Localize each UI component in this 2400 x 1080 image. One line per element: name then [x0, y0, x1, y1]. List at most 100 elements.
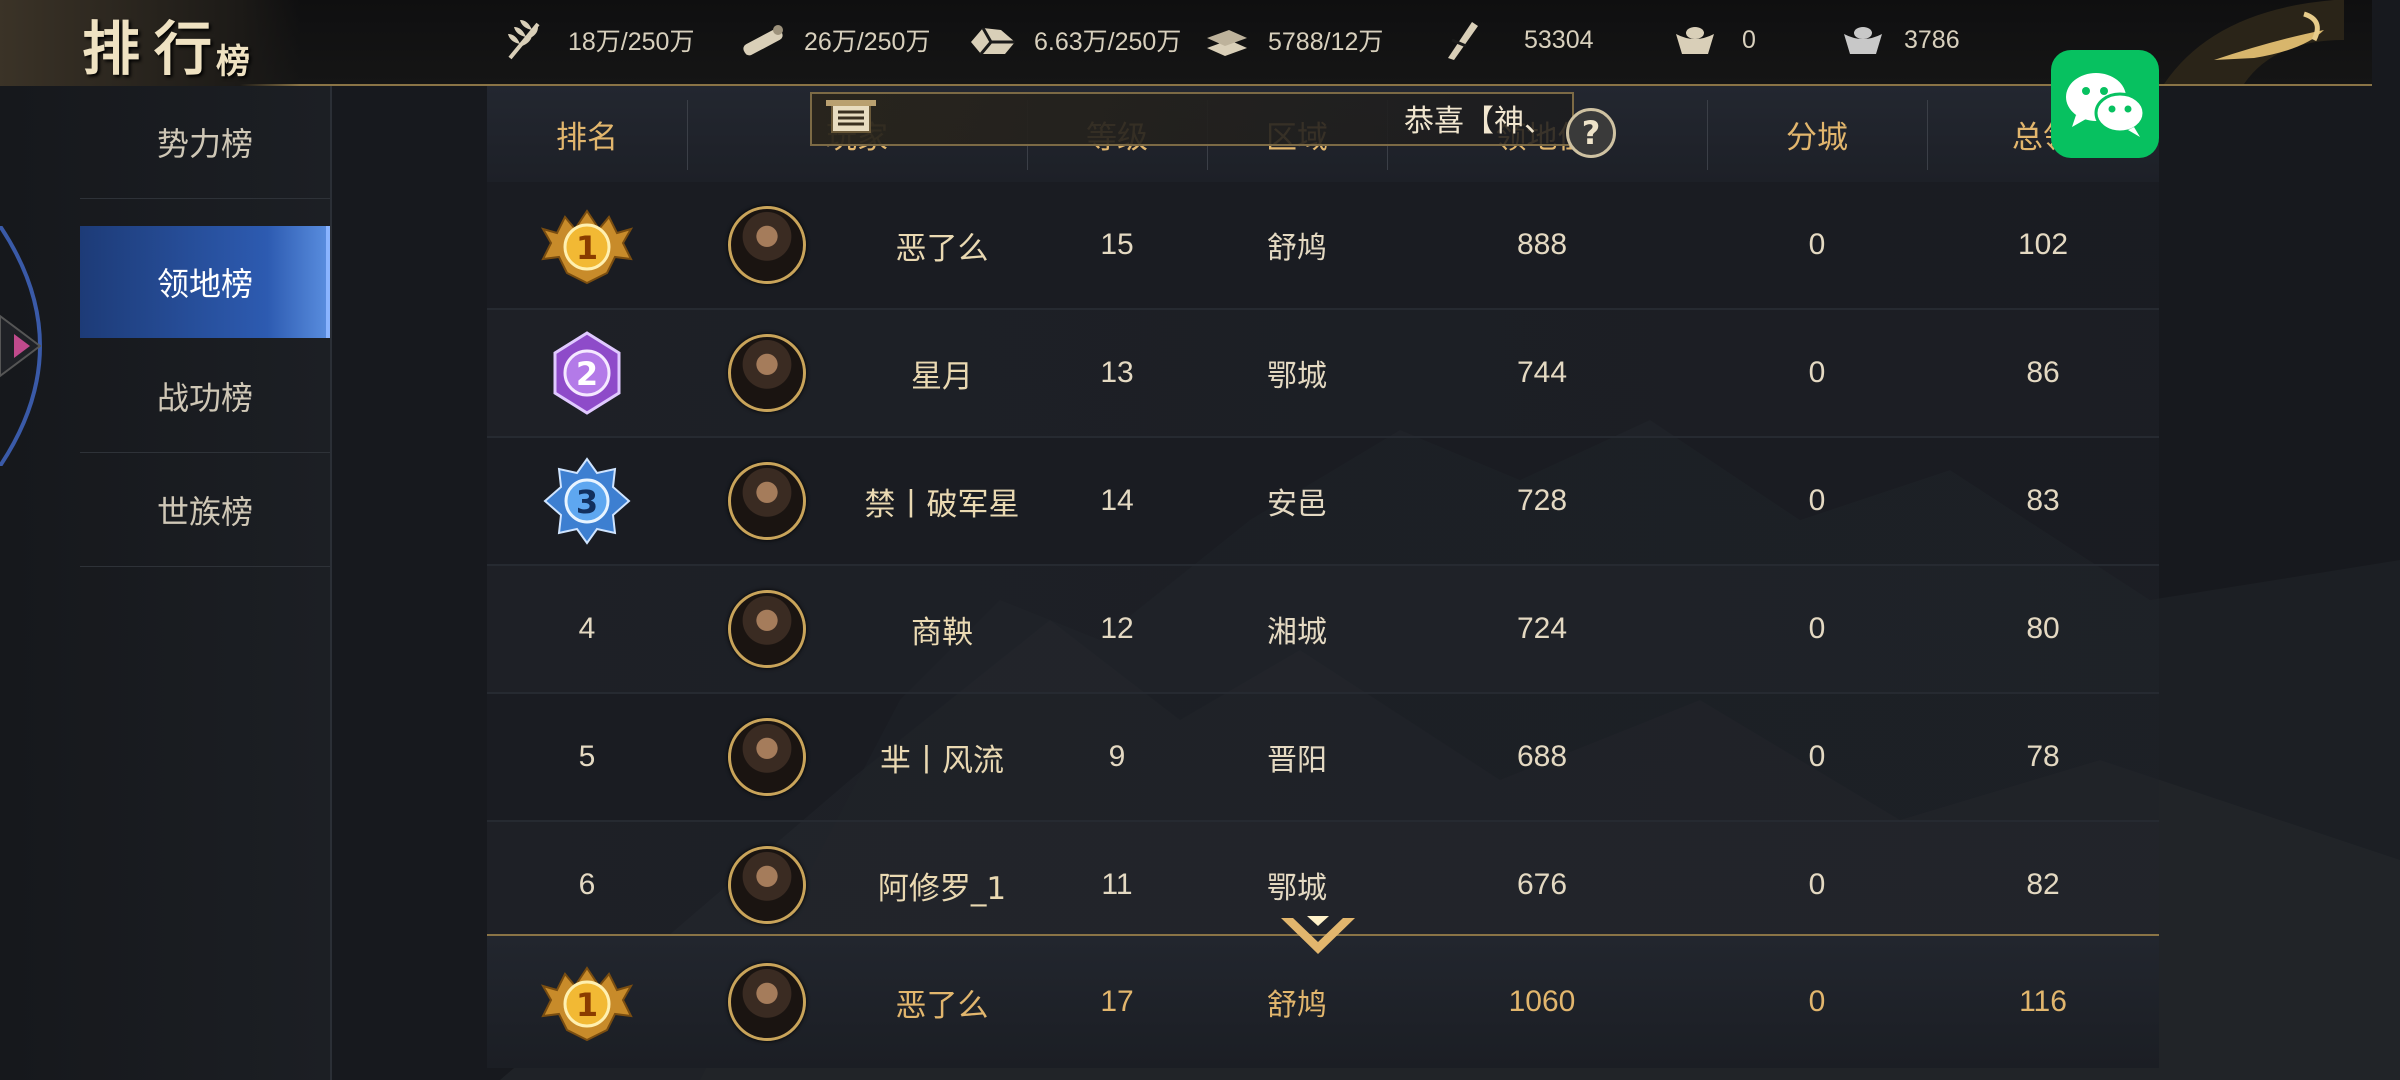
- purple-medal-icon: 2: [553, 331, 621, 415]
- silver-ingot-icon: [1836, 17, 1890, 63]
- decree-icon: [1434, 17, 1488, 63]
- sidebar-item-territory-rank[interactable]: 领地榜: [80, 226, 330, 338]
- side-collapse-arrow-icon[interactable]: [0, 226, 60, 466]
- total-territory: 83: [2026, 484, 2060, 517]
- rank-number: 1: [576, 986, 598, 1024]
- territory-value: 728: [1516, 484, 1568, 517]
- avatar[interactable]: [728, 590, 806, 668]
- branch-city-count: 0: [1808, 612, 1826, 645]
- resource-decree-value: 53304: [1524, 25, 1594, 54]
- player-region: 安邑: [1267, 487, 1327, 522]
- player-level: 13: [1100, 356, 1134, 389]
- branch-city-count: 0: [1808, 740, 1826, 773]
- page-title-suffix: 榜: [216, 42, 250, 82]
- page-title: 排行: [82, 15, 227, 83]
- gold-ingot-icon: [1668, 17, 1722, 63]
- total-territory: 102: [2017, 228, 2069, 261]
- resource-grain-value: 18万/250万: [568, 28, 695, 56]
- gold-medal-icon: 1: [541, 209, 633, 285]
- territory-value: 676: [1516, 868, 1568, 901]
- player-region: 舒鸠: [1267, 231, 1327, 266]
- wechat-icon: [2066, 73, 2146, 137]
- rank-number: 1: [576, 229, 598, 267]
- gold-medal-icon: 1: [541, 966, 633, 1042]
- announcement-text: 恭喜【神、: [1404, 104, 1554, 139]
- title-plaque: 排行 榜: [0, 0, 300, 86]
- grain-icon: [500, 17, 554, 63]
- avatar[interactable]: [728, 206, 806, 284]
- total-territory: 80: [2026, 612, 2060, 645]
- wechat-share-button[interactable]: [2051, 50, 2159, 158]
- avatar[interactable]: [728, 462, 806, 540]
- player-level: 17: [1100, 985, 1134, 1018]
- total-territory: 86: [2026, 356, 2060, 389]
- rank-number: 2: [576, 355, 598, 393]
- resource-gold-ingot[interactable]: 0: [1668, 14, 1756, 66]
- corner-ornament-icon: [2164, 0, 2344, 84]
- sidebar-item-label: 势力榜: [156, 125, 253, 163]
- branch-city-count: 0: [1808, 356, 1826, 389]
- rank-number: 5: [578, 740, 596, 773]
- territory-ranking-table: 排名 玩家 等级 区域 领地值 分城 总领 1 恶了么 15 舒鸠 888 0 …: [487, 86, 2159, 1080]
- avatar[interactable]: [728, 718, 806, 796]
- territory-value: 688: [1516, 740, 1568, 773]
- table-row[interactable]: 4 商鞅 12 湘城 724 0 80: [487, 566, 2159, 694]
- resource-gold-ingot-value: 0: [1742, 25, 1756, 54]
- resource-wood[interactable]: 26万/250万: [736, 14, 930, 66]
- player-region: 晋阳: [1267, 743, 1327, 778]
- territory-value: 724: [1516, 612, 1568, 645]
- player-level: 11: [1101, 868, 1133, 901]
- avatar[interactable]: [728, 334, 806, 412]
- avatar[interactable]: [728, 846, 806, 924]
- resource-grain[interactable]: 18万/250万: [500, 14, 694, 66]
- branch-city-count: 0: [1808, 985, 1826, 1018]
- territory-value: 744: [1516, 356, 1568, 389]
- column-header-rank[interactable]: 排名: [487, 86, 687, 182]
- table-row[interactable]: 1 恶了么 15 舒鸠 888 0 102: [487, 182, 2159, 310]
- expand-down-chevron-icon[interactable]: [1277, 912, 1359, 962]
- resource-iron-value: 5788/12万: [1268, 28, 1384, 56]
- avatar[interactable]: [728, 963, 806, 1041]
- top-resource-bar: 排行 榜 18万/250万 26万/250万 6.63万/250万 5788/1…: [0, 0, 2372, 86]
- rank-number: 6: [578, 868, 596, 901]
- rank-medal-gold: 1: [487, 936, 687, 1068]
- sidebar-item-power-rank[interactable]: 势力榜: [80, 86, 330, 199]
- player-level: 14: [1100, 484, 1134, 517]
- announcement-scroll-icon: [826, 100, 876, 133]
- sidebar-item-merit-rank[interactable]: 战功榜: [80, 340, 330, 453]
- table-row[interactable]: 2 星月 13 鄂城 744 0 86: [487, 310, 2159, 438]
- resource-silver-ingot[interactable]: 3786: [1836, 14, 1960, 66]
- table-row[interactable]: 5 芈丨风流 9 晋阳 688 0 78: [487, 694, 2159, 822]
- player-region: 湘城: [1267, 615, 1327, 650]
- player-region: 鄂城: [1267, 359, 1327, 394]
- sidebar-item-label: 战功榜: [156, 379, 253, 417]
- territory-value: 1060: [1508, 985, 1576, 1018]
- help-icon: ?: [1581, 114, 1601, 152]
- player-level: 15: [1100, 228, 1134, 261]
- rank-number: 3: [576, 483, 598, 521]
- help-button[interactable]: ?: [1566, 108, 1616, 158]
- sidebar-item-clan-rank[interactable]: 世族榜: [80, 454, 330, 567]
- branch-city-count: 0: [1808, 868, 1826, 901]
- resource-silver-ingot-value: 3786: [1904, 25, 1960, 54]
- rank-medal-blue: 3: [487, 438, 687, 564]
- rank-medal-purple: 2: [487, 310, 687, 436]
- resource-wood-value: 26万/250万: [804, 28, 931, 56]
- sidebar-item-label: 世族榜: [156, 493, 253, 531]
- branch-city-count: 0: [1808, 484, 1826, 517]
- resource-iron[interactable]: 5788/12万: [1200, 14, 1383, 66]
- announcement-banner[interactable]: 恭喜【神、: [810, 92, 1574, 146]
- resource-decree[interactable]: 53304: [1434, 14, 1594, 66]
- stone-icon: [966, 17, 1020, 63]
- player-level: 12: [1100, 612, 1134, 645]
- branch-city-count: 0: [1808, 228, 1826, 261]
- column-header-branch-city[interactable]: 分城: [1707, 86, 1927, 182]
- resource-stone-value: 6.63万/250万: [1034, 28, 1182, 56]
- resource-stone[interactable]: 6.63万/250万: [966, 14, 1181, 66]
- table-row[interactable]: 3 禁丨破军星 14 安邑 728 0 83: [487, 438, 2159, 566]
- blue-medal-icon: 3: [543, 457, 631, 545]
- total-territory: 116: [2019, 985, 2067, 1018]
- territory-value: 888: [1516, 228, 1568, 261]
- player-level: 9: [1108, 740, 1126, 773]
- iron-icon: [1200, 17, 1254, 63]
